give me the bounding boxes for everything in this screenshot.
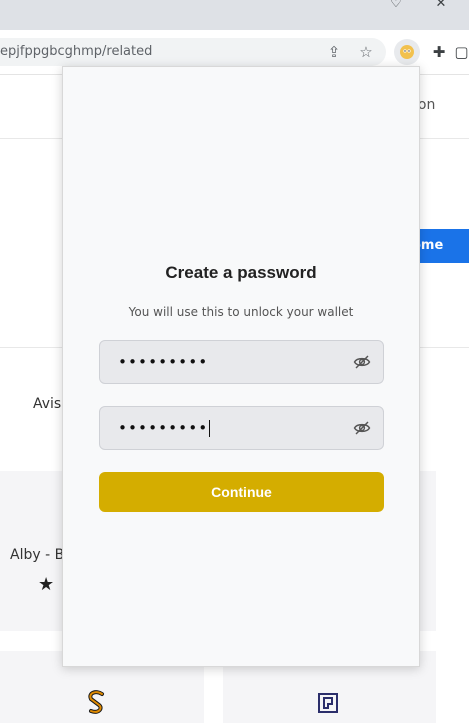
related-card-2[interactable] xyxy=(420,471,436,631)
star-icon[interactable]: ☆ xyxy=(356,42,376,62)
address-bar[interactable]: epjfppgbcghmp/related ⇪ ☆ xyxy=(0,38,386,66)
rating-star-icon: ★ xyxy=(38,574,55,595)
share-icon[interactable]: ⇪ xyxy=(324,42,344,62)
url-text[interactable]: epjfppgbcghmp/related xyxy=(0,44,152,59)
password-value[interactable]: ••••••••• xyxy=(118,353,208,371)
extension-logo-s-icon xyxy=(88,690,104,714)
side-panel-icon[interactable]: ▢ xyxy=(454,39,469,65)
extension-logo-square-icon xyxy=(318,693,338,713)
alby-popup: Create a password You will use this to u… xyxy=(62,66,420,667)
popup-title: Create a password xyxy=(165,263,317,282)
confirm-password-field[interactable]: ••••••••• xyxy=(99,406,384,450)
puzzle-icon[interactable]: ✚ xyxy=(426,39,452,65)
continue-button[interactable]: Continue xyxy=(99,472,384,512)
text-caret xyxy=(209,420,211,437)
browser-tabstrip: ♡ ✕ xyxy=(0,0,469,30)
popup-subtitle: You will use this to unlock your wallet xyxy=(128,305,354,319)
eye-off-icon[interactable] xyxy=(353,419,371,437)
heart-icon[interactable]: ♡ xyxy=(386,0,406,14)
alby-extension-icon[interactable] xyxy=(394,39,420,65)
reviews-tab[interactable]: Avis xyxy=(33,396,61,412)
card-title: Alby - B xyxy=(10,547,65,563)
password-field[interactable]: ••••••••• xyxy=(99,340,384,384)
confirm-password-value[interactable]: ••••••••• xyxy=(118,419,211,437)
close-icon[interactable]: ✕ xyxy=(431,0,451,14)
eye-off-icon[interactable] xyxy=(353,353,371,371)
